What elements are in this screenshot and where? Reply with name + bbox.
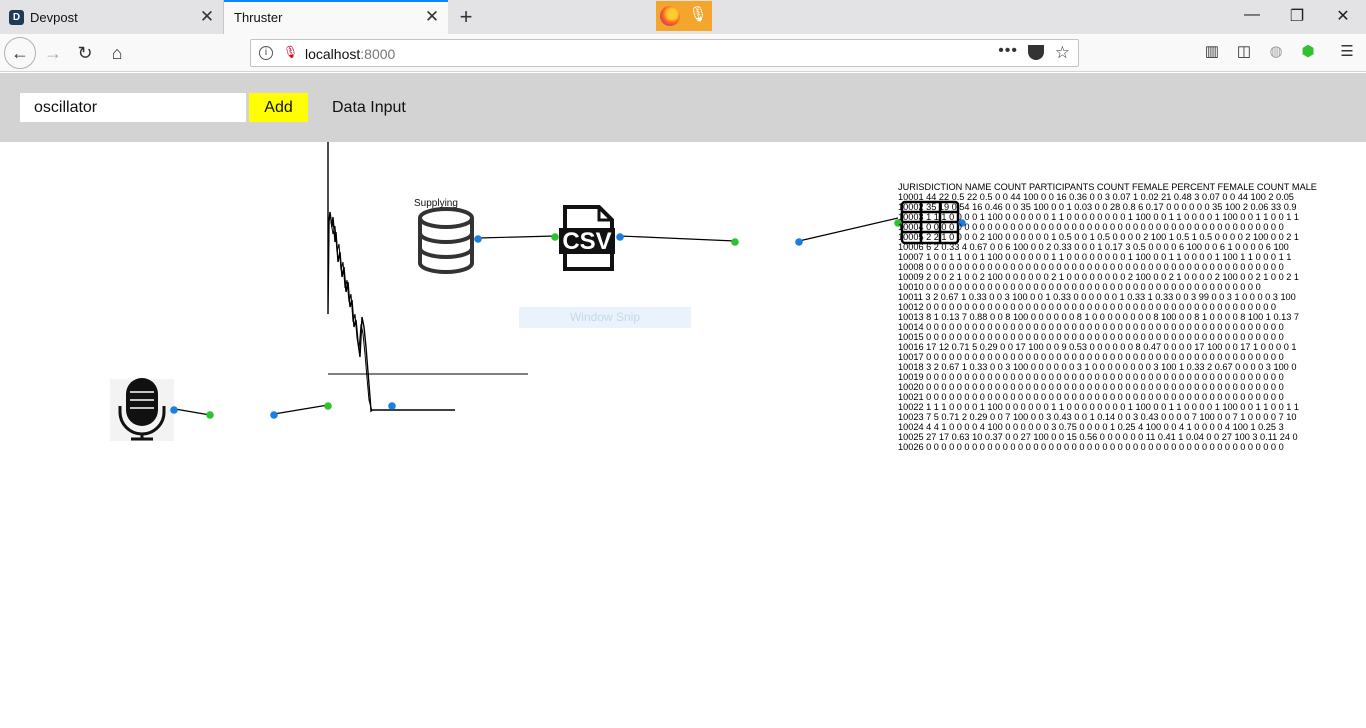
table-row: 10008 0 0 0 0 0 0 0 0 0 0 0 0 0 0 0 0 0 …	[898, 262, 1284, 272]
data-input-link[interactable]: Data Input	[332, 99, 406, 117]
library-icon[interactable]: ▥	[1201, 42, 1223, 64]
back-arrow-icon[interactable]: ←	[4, 37, 36, 69]
address-bar[interactable]: i 🎙 localhost:8000 ••• ☆	[250, 39, 1079, 67]
media-sharing-indicator[interactable]: 🎙	[656, 1, 712, 31]
table-row: 10013 8 1 0.13 7 0.88 0 0 8 100 0 0 0 0 …	[898, 312, 1300, 322]
output-port[interactable]	[474, 235, 482, 243]
microphone-node[interactable]	[110, 378, 174, 441]
restore-icon[interactable]: ❐	[1285, 6, 1309, 26]
firefox-logo-icon	[660, 6, 680, 26]
devpost-favicon-icon: D	[9, 10, 24, 25]
table-row: 10012 0 0 0 0 0 0 0 0 0 0 0 0 0 0 0 0 0 …	[898, 302, 1277, 312]
table-row: 10024 4 4 1 0 0 0 0 4 100 0 0 0 0 0 0 3 …	[898, 422, 1284, 432]
globe-icon[interactable]: ◍	[1265, 42, 1287, 64]
table-row: 10014 0 0 0 0 0 0 0 0 0 0 0 0 0 0 0 0 0 …	[898, 322, 1284, 332]
extension-shield-icon[interactable]: ⬢	[1297, 42, 1319, 64]
tab-title: Devpost	[30, 10, 78, 25]
url-text[interactable]: localhost:8000	[305, 46, 395, 62]
table-row: 10023 7 5 0.71 2 0.29 0 0 7 100 0 0 3 0.…	[898, 412, 1297, 422]
output-port[interactable]	[795, 238, 803, 246]
hamburger-menu-icon[interactable]: ☰	[1336, 42, 1358, 64]
tab-strip: D Devpost ✕ Thruster ✕ + 🎙 — ❐ ✕	[0, 0, 1366, 34]
navigation-bar: ← → ↻ ⌂ i 🎙 localhost:8000 ••• ☆ ▥ ◫ ◍ ⬢…	[0, 34, 1366, 72]
table-row: 10025 27 17 0.63 10 0.37 0 0 27 100 0 0 …	[898, 432, 1298, 442]
output-port[interactable]	[270, 411, 278, 419]
input-port[interactable]	[206, 411, 214, 419]
table-row: 10007 1 0 0 1 1 0 0 1 100 0 0 0 0 0 0 1 …	[898, 252, 1292, 262]
input-port[interactable]	[731, 238, 739, 246]
table-row: 10001 44 22 0.5 22 0.5 0 0 44 100 0 0 16…	[898, 192, 1294, 202]
output-port[interactable]	[388, 402, 396, 410]
close-icon[interactable]: ✕	[424, 7, 440, 27]
waveform-line	[330, 221, 373, 412]
window-snip-overlay: Window Snip	[519, 307, 691, 328]
table-row: 10018 3 2 0.67 1 0.33 0 0 3 100 0 0 0 0 …	[898, 362, 1297, 372]
waveform-line	[327, 142, 455, 413]
info-icon[interactable]: i	[259, 46, 273, 60]
csv-label: CSV	[562, 228, 611, 255]
database-node-label: Supplying	[414, 198, 458, 209]
home-icon[interactable]: ⌂	[102, 38, 132, 68]
table-row: 10009 2 0 0 2 1 0 0 2 100 0 0 0 0 0 0 2 …	[898, 272, 1300, 282]
tab-devpost[interactable]: D Devpost ✕	[0, 0, 224, 34]
more-actions-icon[interactable]: •••	[998, 42, 1018, 60]
table-row: 10003 1 1 1 0 0 0 0 1 100 0 0 0 0 0 0 1 …	[898, 212, 1300, 222]
table-row: 10006 6 2 0.33 4 0.67 0 0 6 100 0 0 2 0.…	[898, 242, 1289, 252]
table-row: 10004 0 0 0 0 0 0 0 0 0 0 0 0 0 0 0 0 0 …	[898, 222, 1284, 232]
edge	[619, 235, 736, 242]
window-close-icon[interactable]: ✕	[1331, 6, 1355, 26]
table-row: 10005 2 2 1 0 0 0 0 2 100 0 0 0 0 0 0 1 …	[898, 232, 1300, 242]
minimize-icon[interactable]: —	[1240, 6, 1264, 26]
data-table-view: JURISDICTION NAME COUNT PARTICIPANTS COU…	[898, 182, 1366, 450]
tab-thruster[interactable]: Thruster ✕	[224, 0, 448, 34]
tab-title: Thruster	[234, 10, 283, 25]
table-row: 10019 0 0 0 0 0 0 0 0 0 0 0 0 0 0 0 0 0 …	[898, 372, 1284, 382]
database-node[interactable]	[418, 207, 474, 274]
table-row: 10015 0 0 0 0 0 0 0 0 0 0 0 0 0 0 0 0 0 …	[898, 332, 1284, 342]
table-row: 10016 17 12 0.71 5 0.29 0 0 17 100 0 0 9…	[898, 342, 1297, 352]
node-type-input[interactable]	[20, 93, 246, 122]
microphone-icon: 🎙	[688, 6, 708, 23]
pocket-icon[interactable]	[1028, 45, 1044, 60]
table-row: 10011 3 2 0.67 1 0.33 0 0 3 100 0 0 1 0.…	[898, 292, 1296, 302]
graph-canvas[interactable]: CSV Supplying Window Snip JURISDICTION N…	[0, 142, 1366, 728]
bookmark-star-icon[interactable]: ☆	[1055, 43, 1070, 63]
sidebar-icon[interactable]: ◫	[1233, 42, 1255, 64]
table-row: 10021 0 0 0 0 0 0 0 0 0 0 0 0 0 0 0 0 0 …	[898, 392, 1284, 402]
csv-node[interactable]: CSV	[559, 205, 615, 271]
table-row: 10017 0 0 0 0 0 0 0 0 0 0 0 0 0 0 0 0 0 …	[898, 352, 1284, 362]
table-row: 10022 1 1 1 0 0 0 0 1 100 0 0 0 0 0 0 1 …	[898, 402, 1300, 412]
input-port[interactable]	[324, 402, 332, 410]
add-button[interactable]: Add	[249, 93, 308, 122]
output-port[interactable]	[616, 233, 624, 241]
table-row: 10002 35 19 0.54 16 0.46 0 0 35 100 0 0 …	[898, 202, 1297, 212]
forward-arrow-icon[interactable]: →	[38, 38, 68, 68]
edge	[798, 217, 899, 242]
edge	[477, 235, 556, 239]
output-port[interactable]	[170, 406, 178, 414]
csv-file-icon: CSV	[559, 205, 615, 271]
new-tab-icon[interactable]: +	[456, 4, 476, 30]
table-row: 10026 0 0 0 0 0 0 0 0 0 0 0 0 0 0 0 0 0 …	[898, 442, 1284, 450]
table-header-row: JURISDICTION NAME COUNT PARTICIPANTS COU…	[898, 182, 1317, 192]
edge	[174, 408, 211, 416]
table-row: 10010 0 0 0 0 0 0 0 0 0 0 0 0 0 0 0 0 0 …	[898, 282, 1261, 292]
microphone-permission-icon[interactable]: 🎙	[283, 45, 298, 59]
app-toolbar: Add Data Input	[0, 73, 1366, 142]
table-row: 10020 0 0 0 0 0 0 0 0 0 0 0 0 0 0 0 0 0 …	[898, 382, 1284, 392]
reload-icon[interactable]: ↻	[70, 38, 100, 68]
input-port[interactable]	[551, 233, 559, 241]
oscillator-node[interactable]	[327, 142, 528, 413]
close-icon[interactable]: ✕	[199, 7, 215, 27]
edge	[273, 404, 329, 415]
database-icon	[418, 207, 474, 274]
